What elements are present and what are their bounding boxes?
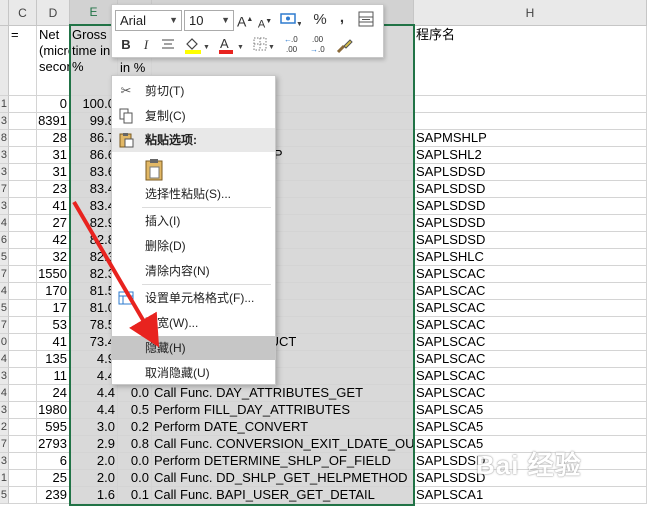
red-arrow (72, 200, 160, 348)
annotation-arrow (72, 200, 160, 348)
watermark: Bai 经验 (476, 450, 582, 480)
